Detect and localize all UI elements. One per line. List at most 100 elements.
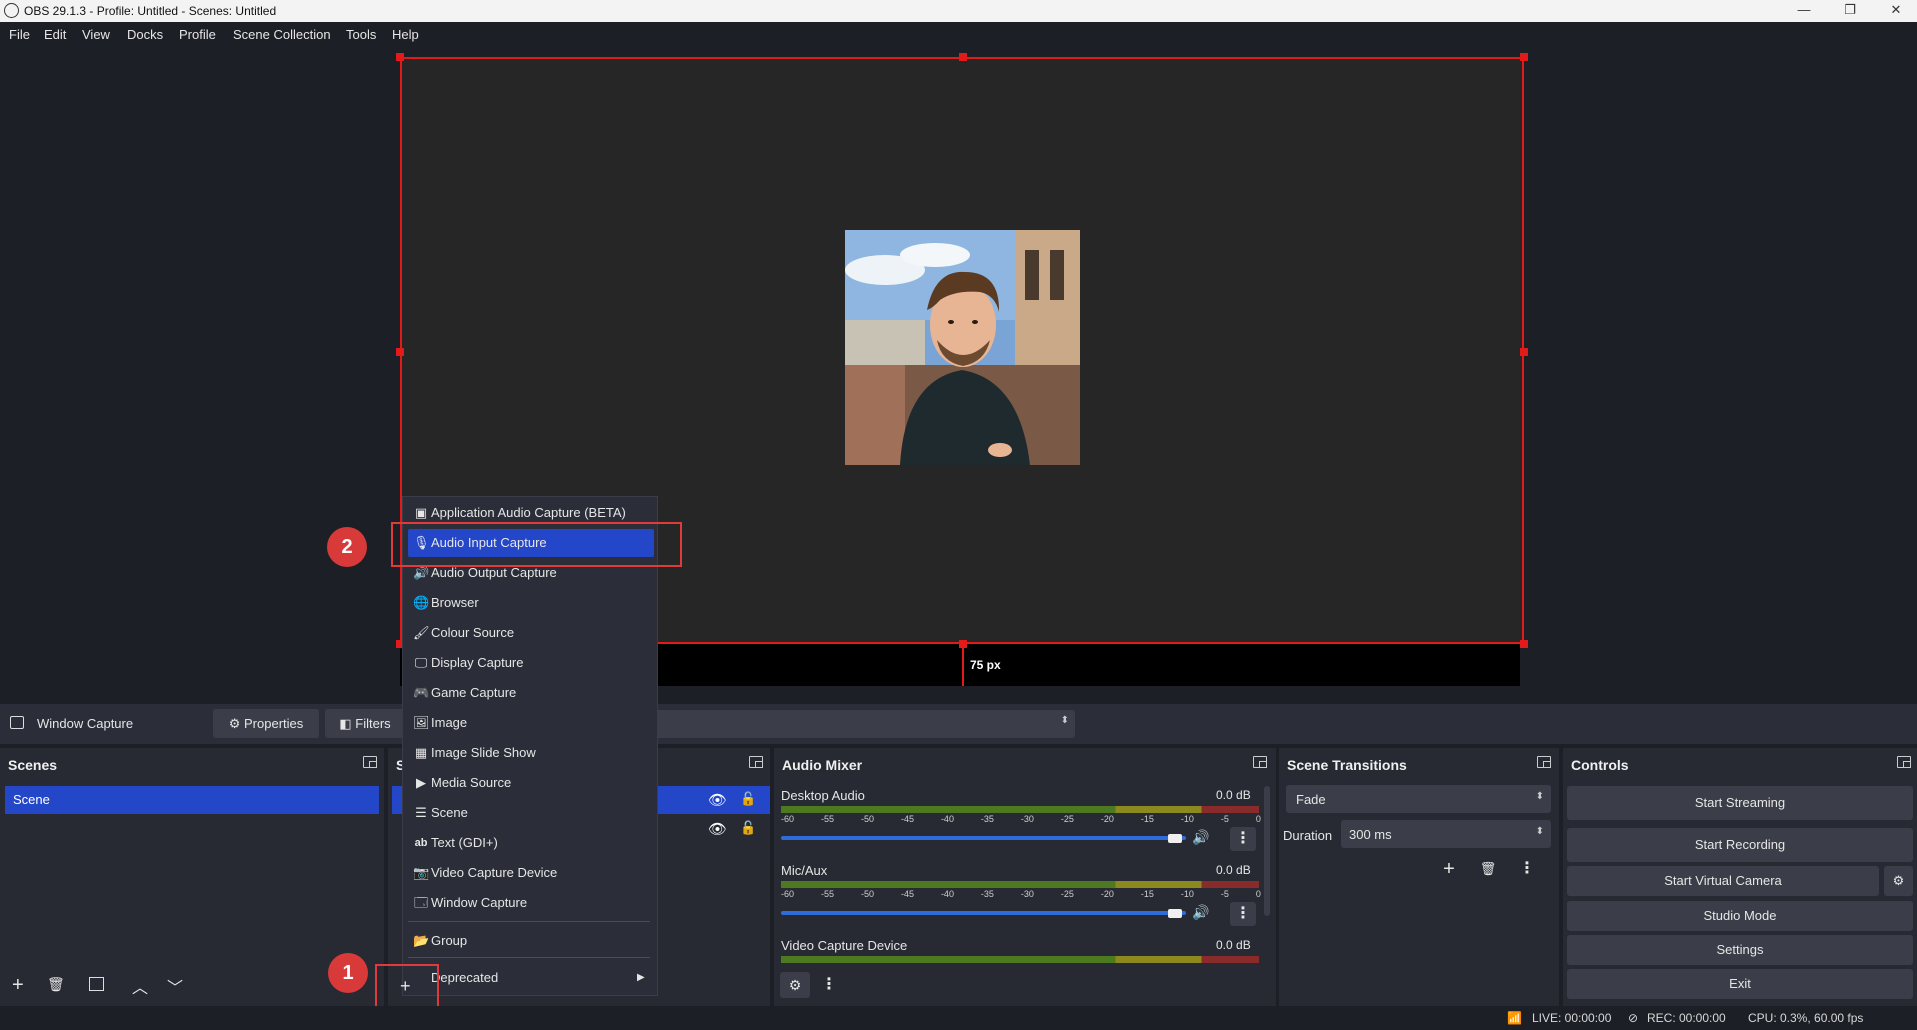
audio-mixer-dock: Audio Mixer Desktop Audio 0.0 dB -60 -55-…: [774, 748, 1276, 1006]
meter-scale: -60 -55 -50 -45 -40 -35 -30 -25 -20 -15 -10 -5 0: [781, 814, 1261, 824]
menu-scene-collection[interactable]: Scene Collection: [233, 27, 331, 42]
menu-profile[interactable]: Profile: [179, 27, 216, 42]
start-recording-button[interactable]: Start Recording: [1567, 828, 1913, 862]
menu-item-deprecated[interactable]: Deprecated ▶: [403, 964, 655, 992]
menu-item-colour-source[interactable]: 🖌 Colour Source: [403, 619, 655, 647]
resize-handle[interactable]: [396, 348, 404, 356]
menu-docks[interactable]: Docks: [127, 27, 163, 42]
menu-item-group[interactable]: 📂 Group: [403, 927, 655, 955]
webcam-image: [845, 230, 1080, 465]
trash-icon[interactable]: 🗑: [47, 976, 65, 993]
dock-float-icon[interactable]: [1253, 756, 1267, 768]
filters-button[interactable]: ◧ Filters: [325, 709, 405, 738]
speaker-icon[interactable]: 🔊: [1192, 829, 1209, 846]
monitor-icon: 🖵: [414, 655, 428, 670]
menu-item-scene[interactable]: ☰ Scene: [403, 799, 655, 827]
add-source-icon[interactable]: +: [400, 976, 411, 997]
camera-icon: 📷: [413, 865, 430, 880]
lock-icon[interactable]: 🔓: [740, 791, 756, 807]
dock-float-icon[interactable]: [363, 756, 377, 768]
menu-help[interactable]: Help: [392, 27, 419, 42]
studio-mode-button[interactable]: Studio Mode: [1567, 901, 1913, 931]
window-icon: 🗔: [413, 895, 429, 910]
close-button[interactable]: ✕: [1873, 0, 1917, 22]
menu-separator: [408, 957, 650, 958]
obs-logo-icon: [4, 3, 19, 18]
window-title: OBS 29.1.3 - Profile: Untitled - Scenes:…: [24, 4, 277, 18]
resize-handle[interactable]: [1520, 640, 1528, 648]
resize-handle[interactable]: [1520, 53, 1528, 61]
menu-file[interactable]: File: [9, 27, 30, 42]
volume-fader[interactable]: [781, 911, 1186, 915]
menu-item-media-source[interactable]: ▶ Media Source: [403, 769, 655, 797]
controls-dock: Controls Start Streaming Start Recording…: [1563, 748, 1917, 1006]
add-transition-icon[interactable]: +: [1435, 856, 1463, 882]
add-source-menu: ▣ Application Audio Capture (BETA) 🎙 Audio…: [402, 496, 658, 996]
settings-button[interactable]: Settings: [1567, 935, 1913, 965]
window-capture-icon: [10, 716, 24, 729]
menu-item-video-capture-device[interactable]: 📷 Video Capture Device: [403, 859, 655, 887]
gear-icon: ⚙: [228, 716, 241, 731]
resize-handle[interactable]: [1520, 348, 1528, 356]
transition-select[interactable]: Fade ⬍: [1286, 785, 1551, 813]
mixer-scrollbar[interactable]: [1264, 786, 1270, 916]
network-icon: 📶: [1507, 1011, 1522, 1025]
chevron-down-icon[interactable]: ﹀: [167, 974, 183, 998]
menu-item-image[interactable]: 🖼 Image: [403, 709, 655, 737]
more-options-icon[interactable]: ⋮: [816, 972, 842, 998]
distance-guide-label: 75 px: [970, 658, 1001, 672]
properties-button[interactable]: ⚙ Properties: [213, 709, 319, 738]
menu-item-window-capture[interactable]: 🗔 Window Capture: [403, 889, 655, 917]
level-meter: [781, 806, 1259, 813]
chevron-up-icon[interactable]: ︿: [132, 974, 148, 998]
duration-spinbox[interactable]: 300 ms ⬍: [1341, 820, 1551, 848]
title-bar: OBS 29.1.3 - Profile: Untitled - Scenes:…: [0, 0, 1917, 22]
globe-icon: 🌐: [413, 595, 430, 610]
more-options-icon[interactable]: ⋮: [1513, 856, 1541, 882]
filter-icon[interactable]: [89, 977, 104, 991]
menu-edit[interactable]: Edit: [44, 27, 66, 42]
menu-separator: [408, 921, 650, 922]
volume-knob[interactable]: [1168, 909, 1182, 918]
volume-fader[interactable]: [781, 836, 1186, 840]
menu-item-game-capture[interactable]: 🎮 Game Capture: [403, 679, 655, 707]
gear-icon[interactable]: ⚙: [1884, 866, 1913, 896]
dock-float-icon[interactable]: [749, 756, 763, 768]
dock-float-icon[interactable]: [1537, 756, 1551, 768]
scene-item[interactable]: Scene: [5, 786, 379, 814]
volume-knob[interactable]: [1168, 834, 1182, 843]
speaker-icon[interactable]: 🔊: [1192, 904, 1209, 921]
lock-icon[interactable]: 🔓: [740, 820, 756, 836]
transition-value: Fade: [1296, 792, 1326, 807]
gears-icon[interactable]: ⚙: [780, 972, 810, 998]
add-scene-icon[interactable]: +: [12, 974, 24, 997]
window-select-dropdown[interactable]: ⬍: [650, 710, 1075, 738]
menu-item-browser[interactable]: 🌐 Browser: [403, 589, 655, 617]
menu-view[interactable]: View: [82, 27, 110, 42]
meter-scale: -60 -55 -50 -45 -40 -35 -30 -25 -20 -15 -10 -5 0: [781, 889, 1261, 899]
more-options-icon[interactable]: ⋮: [1230, 902, 1256, 926]
start-virtual-camera-button[interactable]: Start Virtual Camera: [1567, 866, 1879, 896]
menu-item-text-gdi[interactable]: ab Text (GDI+): [403, 829, 655, 857]
controls-title: Controls: [1571, 757, 1629, 773]
exit-button[interactable]: Exit: [1567, 969, 1913, 999]
live-timer: LIVE: 00:00:00: [1532, 1011, 1612, 1025]
menu-item-display-capture[interactable]: 🖵 Display Capture: [403, 649, 655, 677]
resize-handle[interactable]: [959, 53, 967, 61]
eye-icon[interactable]: 👁: [708, 791, 727, 809]
filters-label: Filters: [355, 716, 391, 731]
more-options-icon[interactable]: ⋮: [1230, 827, 1256, 851]
minimize-button[interactable]: —: [1781, 0, 1827, 22]
slideshow-icon: ▦: [414, 745, 428, 760]
start-streaming-button[interactable]: Start Streaming: [1567, 786, 1913, 820]
maximize-button[interactable]: ❐: [1827, 0, 1873, 22]
trash-icon[interactable]: 🗑: [1474, 856, 1502, 882]
menu-item-image-slide-show[interactable]: ▦ Image Slide Show: [403, 739, 655, 767]
selected-source-name: Window Capture: [37, 716, 134, 731]
list-icon: ☰: [415, 805, 427, 820]
menu-tools[interactable]: Tools: [346, 27, 376, 42]
duration-value: 300 ms: [1349, 827, 1392, 842]
eye-icon[interactable]: 👁: [708, 820, 727, 838]
resize-handle[interactable]: [396, 53, 404, 61]
dock-float-icon[interactable]: [1897, 756, 1911, 768]
